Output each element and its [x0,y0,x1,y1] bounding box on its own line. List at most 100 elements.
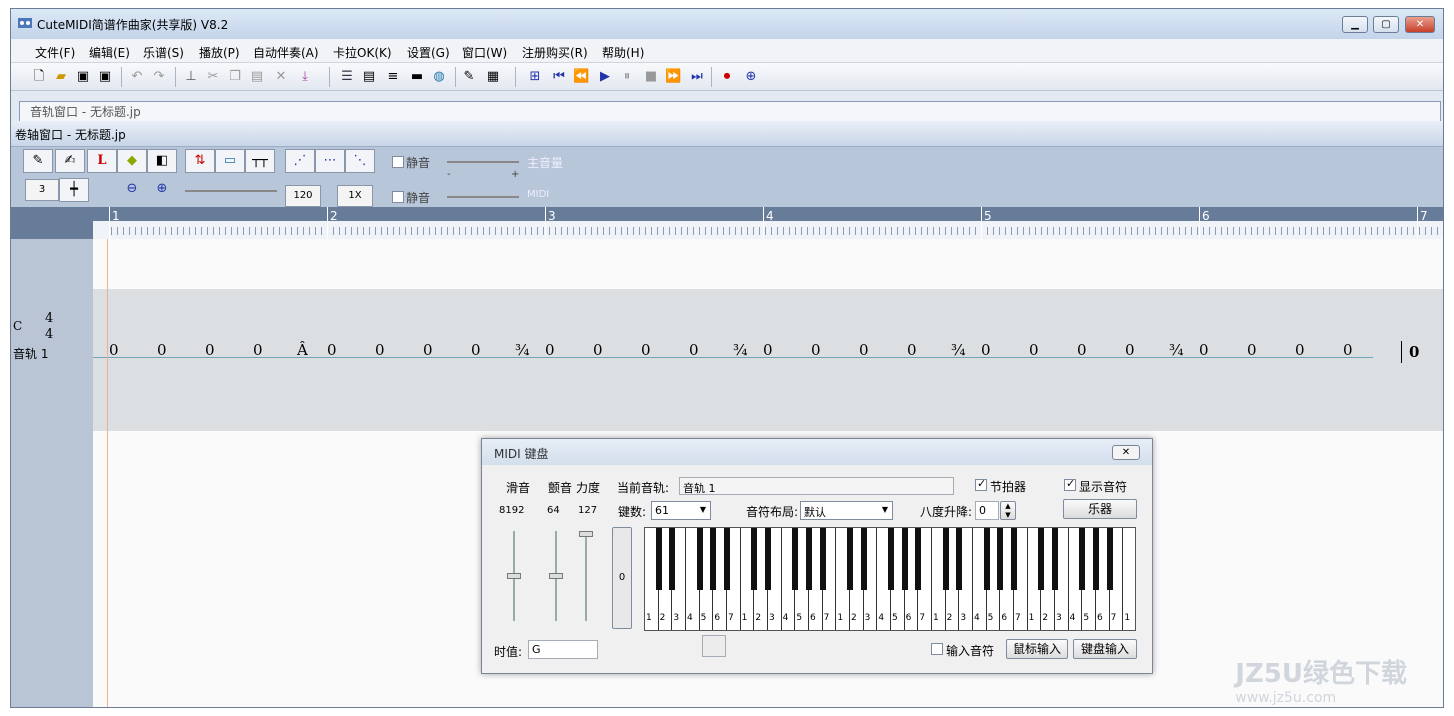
dialog-close-icon[interactable]: ✕ [1112,445,1140,460]
note[interactable]: 0 [253,341,263,359]
dot-up-icon[interactable]: ⋰ [285,149,315,173]
note[interactable]: 0 [471,341,481,359]
white-key[interactable]: 1 [1123,528,1135,630]
dot-mid-icon[interactable]: ⋯ [315,149,345,173]
skip-end-icon[interactable]: ⏭ [689,69,705,85]
menu-play[interactable]: 播放(P) [199,44,240,61]
track-icon[interactable]: ☰ [339,69,355,85]
zoom-out-icon[interactable]: ⊖ [117,178,147,202]
subdivision-box[interactable]: 3 [25,179,59,201]
input-notes-checkbox[interactable] [931,643,943,655]
minimize-button[interactable]: ▁ [1342,16,1368,33]
panel-icon[interactable]: ◧ [147,149,177,173]
instrument-button[interactable]: 乐器 [1063,499,1137,519]
midi-slider[interactable] [447,196,519,198]
zoom-slider[interactable] [185,190,277,192]
new-file-icon[interactable]: 🗋 [31,69,47,85]
record-icon[interactable]: ⏺ [719,69,735,85]
delete-icon[interactable]: ✕ [273,69,289,85]
cut-icon[interactable]: ✂ [205,69,221,85]
black-key[interactable] [1079,528,1086,590]
note[interactable]: 0 [423,341,433,359]
note[interactable]: 0 [1077,341,1087,359]
keys-select[interactable]: 61 [651,501,711,520]
black-key[interactable] [888,528,894,590]
velocity-slider-thumb[interactable] [579,531,593,537]
save-icon[interactable]: ▣ [75,69,91,85]
black-key[interactable] [696,528,703,590]
note[interactable]: 0 [1199,341,1209,359]
note[interactable]: ¾ [1169,341,1184,359]
note[interactable]: 0 [593,341,603,359]
playback-cursor[interactable] [107,239,108,707]
black-key[interactable] [1052,528,1058,590]
note[interactable]: 0 [109,341,119,359]
note[interactable]: 0 [1125,341,1135,359]
black-key[interactable] [1106,528,1113,590]
maximize-button[interactable]: ▢ [1373,16,1399,33]
octave-spinner-icon[interactable]: ▲ ▼ [1000,501,1016,520]
lyrics-icon[interactable]: L [87,149,117,173]
black-key[interactable] [956,528,963,590]
black-key[interactable] [983,528,990,590]
close-button[interactable]: ✕ [1405,16,1435,33]
note[interactable]: Â [297,341,308,359]
note[interactable]: 0 [157,341,167,359]
skip-start-icon[interactable]: ⏮ [551,69,567,85]
save-as-icon[interactable]: ▣ [97,69,113,85]
menu-file[interactable]: 文件(F) [35,44,75,61]
insert-icon[interactable]: ⊥ [183,69,199,85]
menu-register[interactable]: 注册购买(R) [522,44,588,61]
marker-icon[interactable]: ⊕ [743,69,759,85]
zoom-in-icon[interactable]: ⊕ [147,178,177,202]
black-key[interactable] [1038,528,1045,590]
note[interactable]: 0 [1029,341,1039,359]
note[interactable]: 0 [205,341,215,359]
transpose-icon[interactable]: ⇅ [185,149,215,173]
note[interactable]: 0 [981,341,991,359]
loop-icon[interactable]: ⊞ [527,69,543,85]
note[interactable]: 0 [689,341,699,359]
note[interactable]: 0 [641,341,651,359]
note[interactable]: ¾ [733,341,748,359]
volume-slider[interactable] [447,161,519,163]
note[interactable]: 0 [859,341,869,359]
black-key[interactable] [997,528,1004,590]
note[interactable]: 0 [545,341,555,359]
mute-checkbox-2[interactable] [392,191,404,203]
black-key[interactable] [901,528,908,590]
menu-edit[interactable]: 编辑(E) [89,44,130,61]
black-key[interactable] [942,528,949,590]
note[interactable]: 0 [327,341,337,359]
keyboard-input-button[interactable]: 键盘输入 [1073,639,1137,659]
piano-keyboard[interactable]: 123456712345671234567123456712345671 [644,527,1136,631]
tick-icon[interactable]: ┿ [59,178,89,202]
pitch-slider-thumb[interactable] [507,573,521,579]
document-icon[interactable]: ▤ [361,69,377,85]
globe-icon[interactable]: ◍ [431,69,447,85]
black-key[interactable] [751,528,758,590]
track-lane[interactable] [93,289,1443,431]
current-track-field[interactable]: 音轨 1 [679,477,954,495]
note[interactable]: 0 [1247,341,1257,359]
vibrato-slider-thumb[interactable] [549,573,563,579]
download-icon[interactable]: ⤓ [297,69,313,85]
tab-track-window[interactable]: 音轨窗口 - 无标题.jp [19,101,1441,123]
keyboard-icon[interactable]: ▬ [409,69,425,85]
black-key[interactable] [860,528,867,590]
play-icon[interactable]: ▶ [597,69,613,85]
mute-checkbox-1[interactable] [392,156,404,168]
note[interactable]: 0 [907,341,917,359]
image-icon[interactable]: ▭ [215,149,245,173]
octave-field[interactable]: 0 [975,501,999,520]
menu-help[interactable]: 帮助(H) [602,44,644,61]
black-key[interactable] [1011,528,1017,590]
black-key[interactable] [1093,528,1099,590]
rewind-icon[interactable]: ⏪ [573,69,589,85]
copy-icon[interactable]: ❐ [227,69,243,85]
undo-icon[interactable]: ↶ [129,69,145,85]
black-key[interactable] [792,528,799,590]
note[interactable]: 0 [763,341,773,359]
black-key[interactable] [765,528,771,590]
tempo-box[interactable]: 120 [285,185,321,207]
